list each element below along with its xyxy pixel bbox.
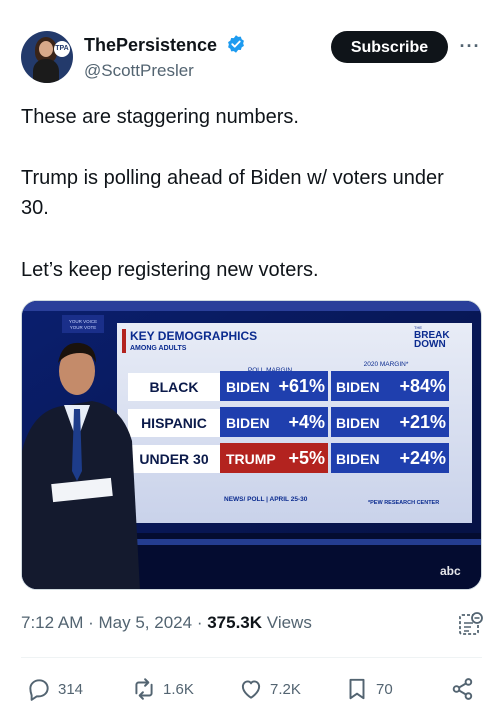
views-count: 375.3K: [207, 613, 263, 632]
divider: [21, 657, 482, 658]
svg-text:+4%: +4%: [288, 412, 325, 432]
share-button[interactable]: [450, 672, 482, 706]
svg-text:UNDER 30: UNDER 30: [139, 451, 208, 467]
verified-badge-icon: [228, 35, 245, 53]
tweet-paragraph: Let’s keep registering new voters.: [21, 259, 319, 281]
svg-text:HISPANIC: HISPANIC: [141, 415, 207, 431]
like-button[interactable]: 7.2K: [238, 672, 301, 706]
graphic-subtitle: AMONG ADULTS: [130, 345, 187, 352]
bookmark-count: 70: [376, 680, 393, 698]
author-handle[interactable]: @ScottPresler: [84, 61, 194, 81]
more-options-icon[interactable]: ···: [458, 36, 482, 56]
tweet-meta: 7:12 AM · May 5, 2024 · 375.3K Views: [21, 613, 312, 633]
network-logo: abc: [440, 564, 461, 578]
svg-text:BLACK: BLACK: [150, 379, 199, 395]
svg-text:TRUMP: TRUMP: [226, 451, 276, 467]
svg-text:YOUR VOTE: YOUR VOTE: [70, 325, 97, 330]
svg-text:+84%: +84%: [399, 376, 446, 396]
author-display-name[interactable]: ThePersistence: [84, 34, 246, 56]
tweet-date[interactable]: May 5, 2024: [99, 613, 193, 632]
repost-icon: [135, 678, 153, 700]
author-name-text: ThePersistence: [84, 35, 218, 55]
meta-separator: ·: [196, 613, 203, 632]
repost-button[interactable]: 1.6K: [131, 672, 194, 706]
svg-text:BIDEN: BIDEN: [226, 379, 270, 395]
svg-text:+61%: +61%: [278, 376, 325, 396]
svg-text:DOWN: DOWN: [414, 339, 446, 350]
corner-logo-text: YOUR VOICE: [69, 319, 97, 324]
row-under-30: UNDER 30 TRUMP +5% BIDEN +24%: [128, 443, 449, 473]
source-poll: NEWS/ POLL | APRIL 25-30: [224, 496, 308, 503]
row-hispanic: HISPANIC BIDEN +4% BIDEN +21%: [128, 407, 449, 437]
like-count: 7.2K: [270, 680, 301, 698]
avatar-face: [39, 41, 53, 57]
tweet-time[interactable]: 7:12 AM: [21, 613, 83, 632]
views-label: Views: [266, 613, 312, 632]
svg-text:BIDEN: BIDEN: [336, 379, 380, 395]
tweet-media-image[interactable]: YOUR VOICE YOUR VOTE KEY DEMOGRAPHICS AM…: [21, 300, 482, 590]
svg-text:+21%: +21%: [399, 412, 446, 432]
subscribe-button[interactable]: Subscribe: [331, 31, 448, 63]
news-broadcast-still: YOUR VOICE YOUR VOTE KEY DEMOGRAPHICS AM…: [22, 301, 481, 589]
share-icon: [452, 678, 473, 700]
svg-text:BIDEN: BIDEN: [226, 415, 270, 431]
svg-text:+24%: +24%: [399, 448, 446, 468]
tweet-paragraph: Trump is polling ahead of Biden w/ voter…: [21, 167, 444, 219]
source-pew: *PEW RESEARCH CENTER: [368, 500, 439, 506]
avatar[interactable]: TPA: [21, 31, 73, 83]
meta-separator: ·: [88, 613, 94, 632]
avatar-body: [33, 59, 59, 83]
reply-icon: [29, 679, 49, 701]
bookmark-icon: [349, 678, 365, 700]
bookmark-button[interactable]: 70: [344, 672, 393, 706]
tweet-actions-bar: 314 1.6K 7.2K 70: [0, 672, 503, 708]
graphic-title: KEY DEMOGRAPHICS: [130, 329, 257, 343]
tweet-header: TPA ThePersistence @ScottPresler Subscri…: [0, 0, 503, 100]
reply-count: 314: [58, 680, 84, 698]
analytics-icon[interactable]: [458, 611, 484, 637]
repost-count: 1.6K: [163, 680, 194, 698]
heart-icon: [241, 680, 261, 699]
tweet-paragraph: These are staggering numbers.: [21, 106, 299, 128]
reply-button[interactable]: 314: [26, 672, 83, 706]
svg-text:BIDEN: BIDEN: [336, 451, 380, 467]
column-header-2020: 2020 MARGIN*: [364, 361, 409, 368]
svg-text:+5%: +5%: [288, 448, 325, 468]
svg-text:BIDEN: BIDEN: [336, 415, 380, 431]
row-black: BLACK BIDEN +61% BIDEN +84%: [128, 371, 449, 401]
avatar-badge: TPA: [54, 41, 70, 57]
